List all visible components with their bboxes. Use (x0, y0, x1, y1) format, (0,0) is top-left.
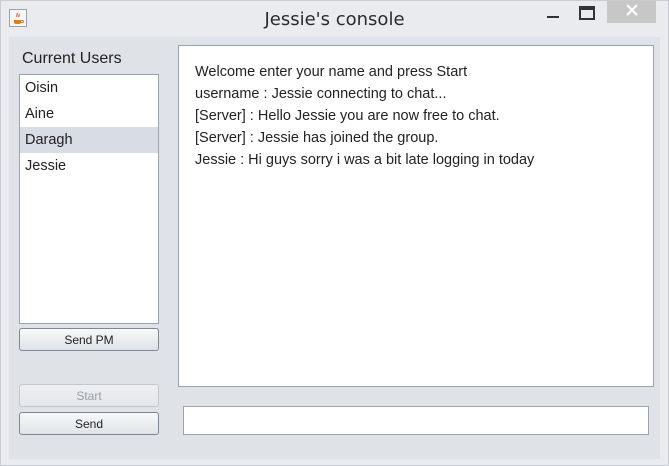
minimize-icon (547, 6, 559, 24)
chat-line: Welcome enter your name and press Start (195, 64, 468, 80)
chat-line: username : Jessie connecting to chat... (195, 86, 447, 102)
user-item-oisin[interactable]: Oisin (20, 75, 158, 101)
close-icon (625, 3, 638, 21)
chat-log[interactable]: Welcome enter your name and press Start … (178, 45, 654, 387)
minimize-button[interactable] (541, 1, 565, 29)
message-input[interactable] (183, 406, 649, 435)
send-button[interactable]: Send (19, 412, 159, 435)
send-pm-button[interactable]: Send PM (19, 328, 159, 351)
user-item-jessie[interactable]: Jessie (20, 153, 158, 179)
title-bar[interactable]: Jessie's console (1, 1, 668, 37)
user-item-daragh[interactable]: Daragh (20, 127, 158, 153)
maximize-button[interactable] (573, 1, 601, 29)
start-button[interactable]: Start (19, 384, 159, 407)
users-list[interactable]: Oisin Aine Daragh Jessie (19, 74, 159, 324)
chat-line: [Server] : Jessie has joined the group. (195, 130, 439, 146)
chat-line: [Server] : Hello Jessie you are now free… (195, 108, 500, 124)
close-button[interactable] (607, 1, 656, 23)
user-item-aine[interactable]: Aine (20, 101, 158, 127)
content-pane: Current Users Oisin Aine Daragh Jessie S… (9, 37, 660, 459)
window-title: Jessie's console (264, 9, 405, 30)
app-window: Jessie's console Current Users Oisin Ain… (0, 0, 669, 466)
users-heading: Current Users (22, 50, 122, 67)
chat-line: Jessie : Hi guys sorry i was a bit late … (195, 152, 535, 168)
maximize-icon (579, 5, 595, 25)
